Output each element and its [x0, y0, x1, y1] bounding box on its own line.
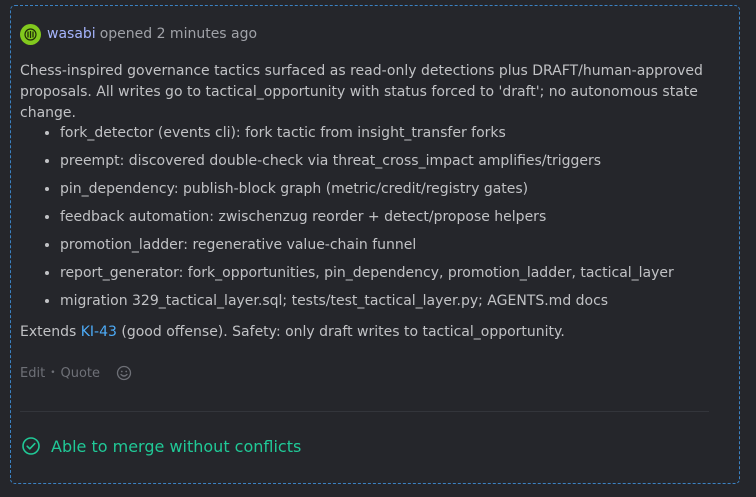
merge-status-text: Able to merge without conflicts [51, 436, 302, 456]
action-separator: • [50, 368, 56, 378]
check-circle-icon [22, 437, 40, 455]
issue-link[interactable]: KI-43 [81, 324, 117, 340]
change-list: fork_detector (events cli): fork tactic … [20, 119, 674, 315]
list-item: report_generator: fork_opportunities, pi… [60, 259, 674, 287]
list-item: feedback automation: zwischenzug reorder… [60, 203, 674, 231]
list-item: promotion_ladder: regenerative value-cha… [60, 231, 674, 259]
extends-suffix: (good offense). Safety: only draft write… [121, 324, 565, 340]
list-item: migration 329_tactical_layer.sql; tests/… [60, 287, 674, 315]
avatar-icon[interactable] [20, 23, 41, 45]
smiley-icon[interactable] [116, 365, 132, 381]
extends-prefix: Extends [20, 324, 77, 340]
opened-timestamp: opened 2 minutes ago [99, 26, 258, 42]
comment-header: wasabi opened 2 minutes ago [20, 20, 257, 48]
quote-button[interactable]: Quote [61, 366, 101, 381]
divider [20, 411, 709, 412]
list-item: preempt: discovered double-check via thr… [60, 147, 674, 175]
list-item: fork_detector (events cli): fork tactic … [60, 119, 674, 147]
edit-button[interactable]: Edit [20, 366, 45, 381]
list-item: pin_dependency: publish-block graph (met… [60, 175, 674, 203]
merge-status: Able to merge without conflicts [21, 434, 301, 458]
comment-actions: Edit • Quote [20, 362, 132, 384]
extends-line: Extends KI-43 (good offense). Safety: on… [20, 321, 565, 343]
author-link[interactable]: wasabi [47, 26, 96, 42]
pr-description: Chess-inspired governance tactics surfac… [20, 63, 703, 121]
